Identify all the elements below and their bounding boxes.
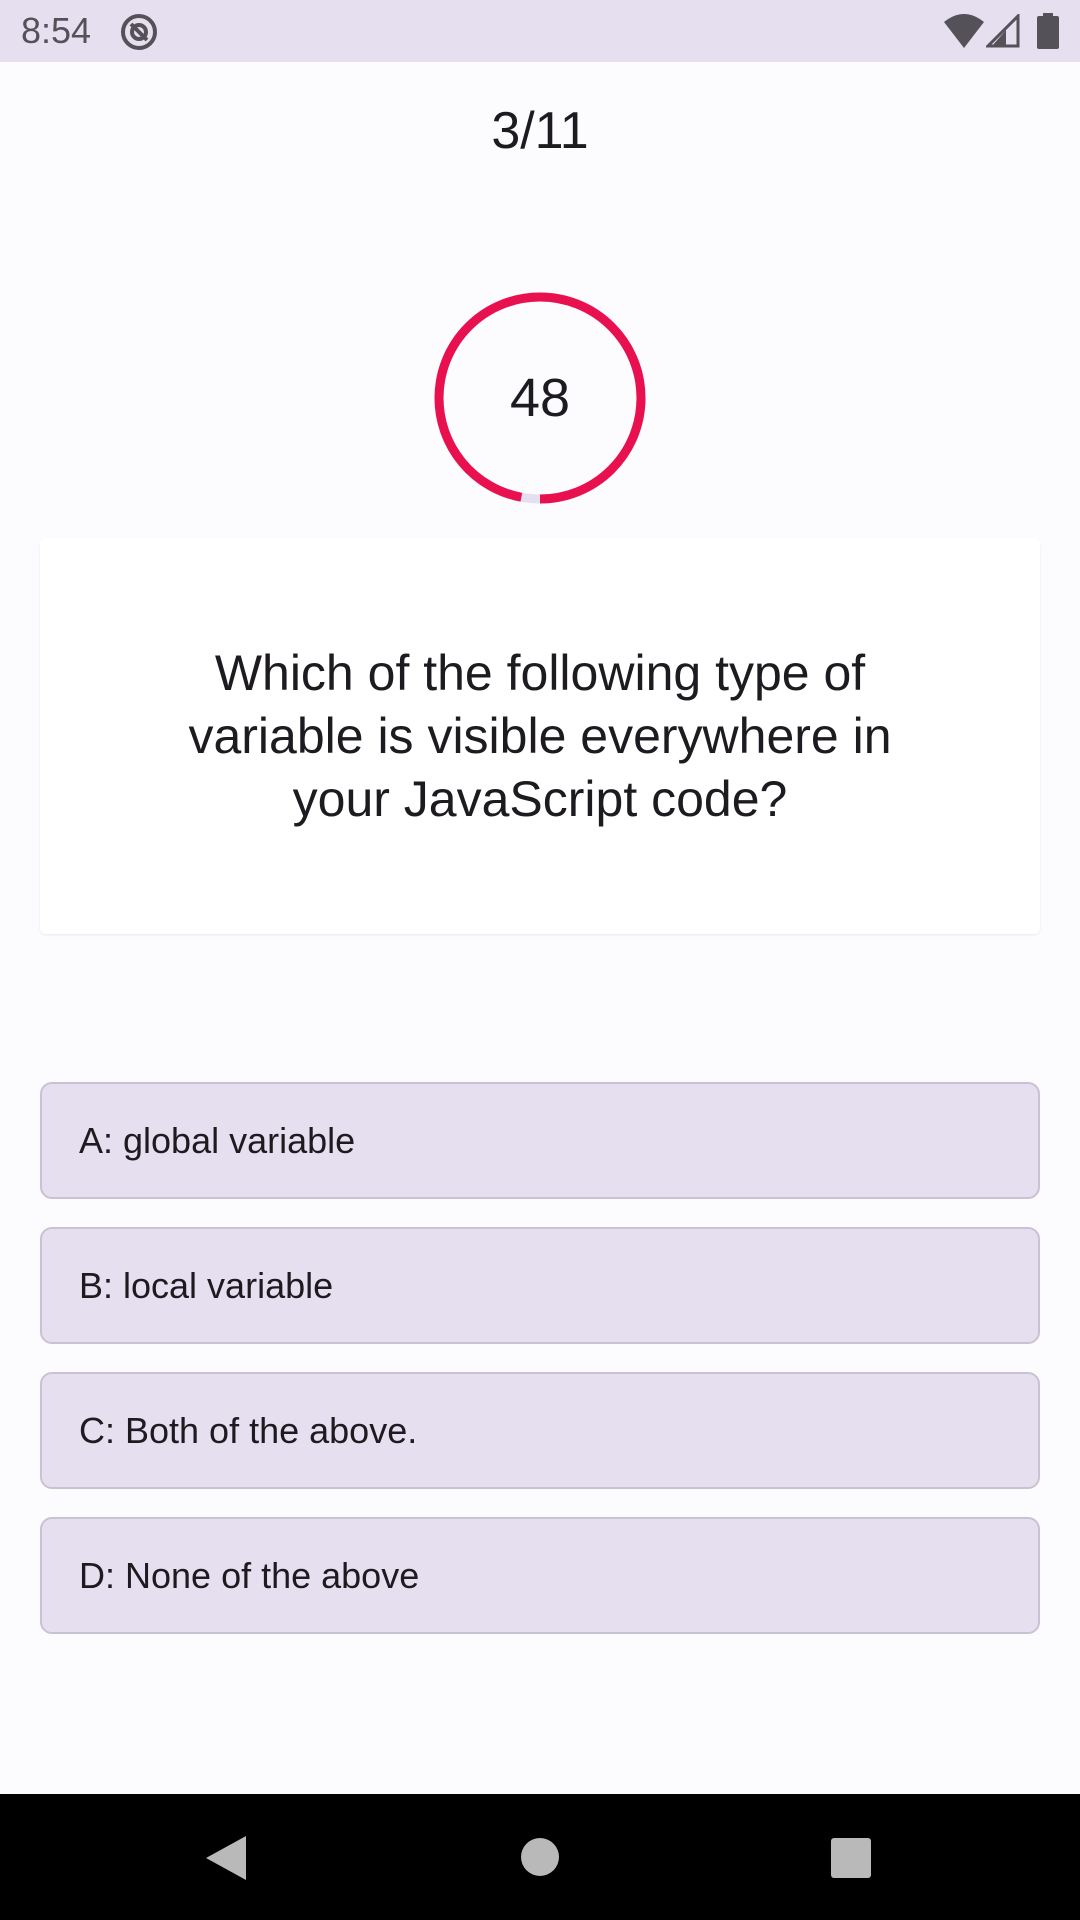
status-bar: 8:54 [0,0,1080,62]
answer-options: A: global variable B: local variable C: … [40,1082,1040,1662]
option-a-button[interactable]: A: global variable [40,1082,1040,1199]
question-card: Which of the following type of variable … [40,538,1040,934]
back-icon[interactable] [204,1834,248,1882]
wifi-icon [944,14,984,48]
navigation-bar [0,1794,1080,1920]
option-d-button[interactable]: D: None of the above [40,1517,1040,1634]
option-c-button[interactable]: C: Both of the above. [40,1372,1040,1489]
status-time: 8:54 [21,10,92,51]
timer-value: 48 [509,368,571,428]
cell-signal-icon [986,14,1020,48]
at-sign-icon [121,14,157,50]
recents-icon[interactable] [831,1838,871,1878]
countdown-timer: 48 [432,290,648,506]
question-text: Which of the following type of variable … [188,645,892,827]
home-icon[interactable] [521,1838,559,1876]
option-b-button[interactable]: B: local variable [40,1227,1040,1344]
question-progress: 3/11 [491,102,589,160]
battery-icon [1037,13,1059,49]
